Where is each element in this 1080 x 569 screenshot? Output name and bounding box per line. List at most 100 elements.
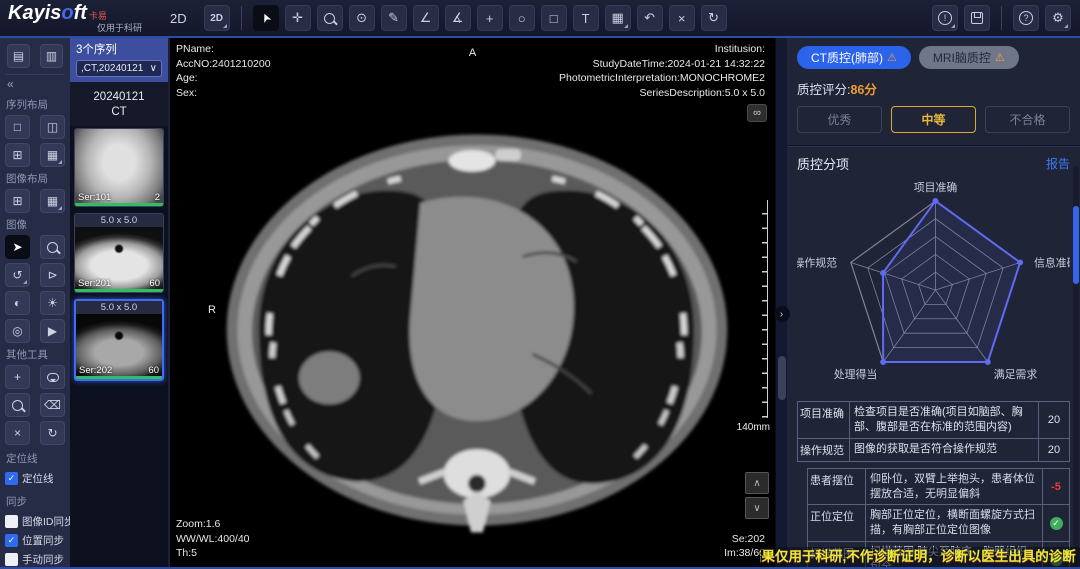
delete-annotation-tool[interactable]: × [669,5,695,31]
measure-line-tool[interactable]: ✎ [381,5,407,31]
ellipse-tool[interactable]: ○ [509,5,535,31]
qc-panel-scrollbar-thumb[interactable] [1073,206,1079,284]
pan-tool[interactable]: ✛ [285,5,311,31]
tool-glyph-icon: + [14,370,21,384]
pass-check-icon: ✓ [1050,517,1063,530]
tool-glyph-icon: ▦ [47,148,58,162]
overlay-line: SeriesDescription:5.0 x 5.0 [559,86,765,101]
eraser-tool[interactable]: ⌫ [40,393,65,417]
reset-tool[interactable]: ↻ [701,5,727,31]
overlay-line: Institusion: [559,42,765,57]
image-viewport[interactable]: PName:AccNO:2401210200Age:Sex: Institusi… [170,38,775,567]
qc-tab-inactive[interactable]: MRI脑质控⚠ [919,46,1019,69]
issue-report-tool[interactable]: ! [932,5,958,31]
tool-glyph-icon: ➤ [12,240,22,254]
checkbox-图像ID同步[interactable]: 图像ID同步 [5,512,65,531]
spiral-scroll-tool[interactable]: ◎ [5,319,30,343]
cobb-angle-tool[interactable]: ∡ [445,5,471,31]
qc-tab-active[interactable]: CT质控(肺部)⚠ [797,46,911,69]
angle-tool[interactable]: ∠ [413,5,439,31]
checkbox-icon: ✓ [5,534,18,547]
expand-panel-button[interactable]: › [774,306,790,322]
series-thumbnail[interactable]: Ser:1012 [74,128,164,207]
grade-button-中等[interactable]: 中等 [891,106,976,133]
pointer-tool[interactable]: ➤ [253,5,279,31]
previous-image-button[interactable]: ∧ [745,472,769,494]
flip-horizontal-tool[interactable]: ⊳ [40,263,65,287]
clear-all-tool[interactable]: × [5,421,30,445]
sidebar-sections: 序列布局□◫⊞▦图像布局⊞▦图像➤↺⊳◐☀◎▶其他工具+⌫×↻ [5,97,65,445]
radar-vertex-dot [985,359,991,365]
checkbox-label: 定位线 [22,471,54,486]
viewer-scrollbar-thumb[interactable] [778,356,786,400]
tool-glyph-icon: 2D [210,13,223,24]
reset-view-tool[interactable]: ↻ [40,421,65,445]
pointer-tool[interactable]: ➤ [5,235,30,259]
image-layout-grid-button[interactable]: ▦ [40,189,65,213]
rotate-flip-tool[interactable]: ↺ [5,263,30,287]
checkbox-位置同步[interactable]: ✓位置同步 [5,531,65,550]
settings-tool[interactable]: ⚙ [1045,5,1071,31]
tool-glyph-icon: ⊞ [12,148,22,162]
series-thumbnail[interactable]: 5.0 x 5.0Ser:20160 [74,213,164,293]
zoom-tool[interactable] [317,5,343,31]
link-series-button[interactable]: ∞ [747,104,767,122]
cine-frames-tool[interactable]: ▦ [605,5,631,31]
section-tools: □ ◫ ⊞ ▦ [5,115,65,167]
study-dropdown[interactable]: ,CT,20240121 ∨ [76,60,162,77]
save-tool[interactable] [964,5,990,31]
qc-row-status: -5 [1043,469,1069,505]
series-panel: 3个序列 ,CT,20240121 ∨ 20240121 CT Ser:1012… [70,38,170,567]
checkbox-group-title: 同步 [6,494,65,509]
scale-ruler-label: 140mm [737,422,770,433]
window-level-tool[interactable]: ⊙ [349,5,375,31]
tool-glyph-icon: ⊞ [12,194,22,208]
brightness-tool[interactable]: ☀ [40,291,65,315]
image-layout-2x2-button[interactable]: ⊞ [5,189,30,213]
qc-section-title: 质控分项 [797,154,849,173]
series-layout-2x2-button[interactable]: ⊞ [5,143,30,167]
local-magnify-tool[interactable] [5,393,30,417]
radar-vertex-dot [880,359,886,365]
grade-button-优秀[interactable]: 优秀 [797,106,882,133]
series-layout-grid-button[interactable]: ▦ [40,143,65,167]
qc-main-row: 项目准确检查项目是否准确(项目如脑部、胸部、腹部是否在标准的范围内容)20 [797,401,1070,439]
checkbox-手动同步[interactable]: 手动同步 [5,550,65,567]
report-panel-button[interactable]: ▥ [40,44,63,68]
checkbox-icon [5,553,18,566]
rect-tool[interactable]: □ [541,5,567,31]
next-image-button[interactable]: ∨ [745,497,769,519]
panel-layout-button[interactable]: ▤ [7,44,30,68]
section-tools: ➤ ↺ ⊳ ◐ ☀ ◎ ▶ [5,235,65,343]
tool-glyph-icon: ▦ [47,194,58,208]
checkbox-group-title: 定位线 [6,451,65,466]
text-tool[interactable]: T [573,5,599,31]
qc-score-table: 项目准确检查项目是否准确(项目如脑部、胸部、腹部是否在标准的范围内容)20操作规… [797,401,1070,462]
tool-glyph-icon: ⌫ [44,398,61,412]
scale-ruler [762,200,768,418]
help-tool[interactable]: ? [1013,5,1039,31]
tool-glyph-icon: ↻ [47,426,57,440]
qc-row-score: 20 [1039,402,1069,438]
qc-panel-scrollbar[interactable] [1073,166,1079,567]
series-layout-1x1-button[interactable]: □ [5,115,30,139]
magnify-tool[interactable] [40,235,65,259]
series-thumbnail[interactable]: 5.0 x 5.0Ser:20260 [74,299,164,381]
add-tool[interactable]: + [5,365,30,389]
play-cine-tool[interactable]: ▶ [40,319,65,343]
series-layout-1x2-button[interactable]: ◫ [40,115,65,139]
invert-tool[interactable]: ◐ [5,291,30,315]
checkbox-定位线[interactable]: ✓ 定位线 [5,469,65,488]
undo-tool[interactable]: ↶ [637,5,663,31]
point-tool[interactable]: + [477,5,503,31]
checkbox-icon: ✓ [5,472,18,485]
collapse-sidebar-button[interactable]: « [5,75,65,93]
grade-button-不合格[interactable]: 不合格 [985,106,1070,133]
report-link[interactable]: 报告 [1046,155,1070,172]
layout-2d-button[interactable]: 2D [204,5,230,31]
comment-tool[interactable] [40,365,65,389]
overlay-line: AccNO:2401210200 [176,57,271,72]
thumbnail-series-desc: 5.0 x 5.0 [76,301,162,314]
qc-radar-chart: 项目准确信息准确满足需求处理得当操作规范 [797,173,1070,401]
study-date: 20240121 [70,90,168,105]
